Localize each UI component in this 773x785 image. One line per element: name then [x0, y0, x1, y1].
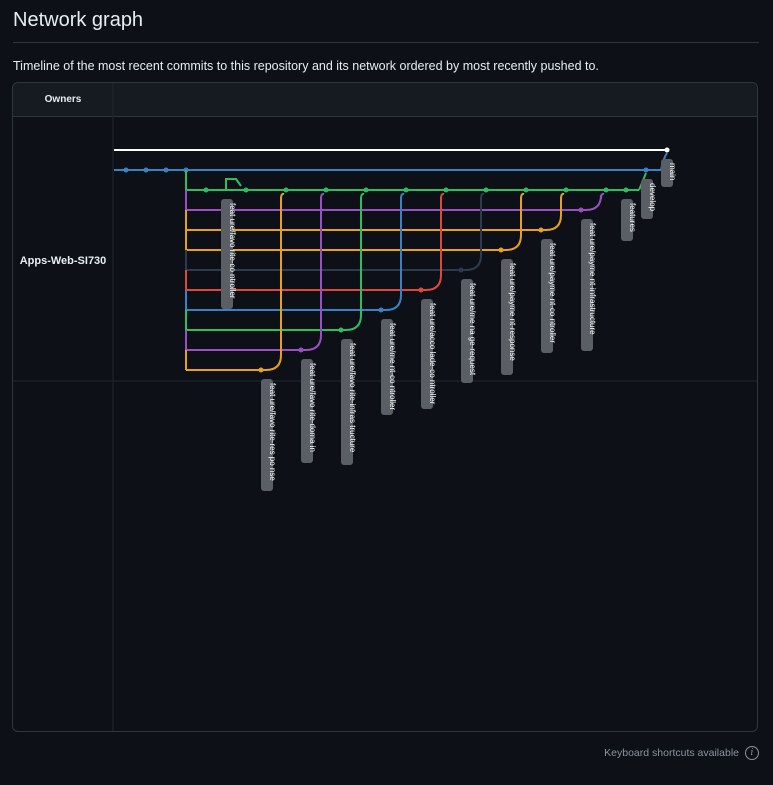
merge-line: [305, 192, 325, 351]
commit-dot: [203, 187, 209, 193]
commit-dot: [283, 187, 289, 193]
commit-dot: [258, 367, 264, 373]
commit-dot: [418, 287, 424, 293]
merge-line: [425, 192, 445, 291]
branch-label-text: feat ure/payme nt-response: [508, 263, 517, 361]
commit-dot: [643, 167, 649, 173]
commit-dot: [664, 147, 670, 153]
commit-dot: [443, 187, 449, 193]
branch-label[interactable]: feat ure/favo rite-infras tructure: [341, 339, 357, 465]
network-graph[interactable]: Owners Apps-Web-SI730 main develop feature…: [12, 82, 758, 732]
commit-dot: [563, 187, 569, 193]
merge-line: [505, 192, 525, 251]
commit-dot: [538, 227, 544, 233]
merge-line: [545, 192, 565, 231]
merge-line: [265, 192, 285, 371]
commit-dot: [623, 187, 629, 193]
branch-label[interactable]: main: [661, 159, 677, 187]
branch-label-text: main: [668, 163, 677, 180]
branch-label-text: feat ure/favo rite-res po nse: [268, 383, 277, 481]
commit-dot: [603, 187, 609, 193]
branch-label[interactable]: develop: [641, 179, 657, 219]
commit-dot: [298, 347, 304, 353]
commit-dot: [143, 167, 149, 173]
branch-label[interactable]: feat ure/favo rite-doma in: [301, 359, 317, 463]
branch-label-text: feat ure/acco lade-co ntroller: [428, 303, 437, 405]
branch-label-text: develop: [648, 183, 657, 212]
branch-label-text: feat ure/favo rite-doma in: [308, 363, 317, 452]
branch-label[interactable]: feat ure/me nt-co ntroller: [381, 319, 397, 415]
commit-dot: [123, 167, 129, 173]
commit-dot: [578, 207, 584, 213]
branch-label-text: feat ure/payme nt-infrastructure: [588, 223, 597, 335]
title-divider: [13, 42, 759, 43]
commit-dot: [243, 187, 249, 193]
commit-dot: [483, 187, 489, 193]
merge-line: [465, 192, 485, 271]
branch-label[interactable]: feat ure/favo rite-res po nse: [261, 379, 277, 491]
branch-label-text: features: [628, 203, 637, 232]
commit-dot: [523, 187, 529, 193]
branch-label-text: feat ure/me na ge-request: [468, 283, 477, 376]
merge-line: [225, 178, 242, 190]
branch-label[interactable]: feat ure/payme nt-infrastructure: [581, 219, 597, 351]
branch-label[interactable]: feat ure/acco lade-co ntroller: [421, 299, 437, 409]
page-description: Timeline of the most recent commits to t…: [13, 59, 599, 73]
branch-label[interactable]: features: [621, 199, 637, 241]
branch-label[interactable]: feat ure/payme nt-response: [501, 259, 517, 375]
branch-label[interactable]: feat ure/payme nt-co ntroller: [541, 239, 557, 353]
branch-label-text: feat ure/payme nt-co ntroller: [548, 243, 557, 343]
commit-dot: [498, 247, 504, 253]
branch-label-text: feat ure/favo rite-infras tructure: [348, 343, 357, 453]
page-title: Network graph: [13, 9, 144, 31]
commit-dot: [363, 187, 369, 193]
keyboard-shortcuts-hint[interactable]: Keyboard shortcuts available i: [604, 746, 759, 760]
branch-label[interactable]: feat ure/me na ge-request: [461, 279, 477, 383]
commit-dot: [378, 307, 384, 313]
keyboard-shortcuts-label: Keyboard shortcuts available: [604, 747, 739, 759]
branch-label[interactable]: feat ure/favo rite-co ntroller: [221, 199, 237, 309]
commit-dot: [323, 187, 329, 193]
branch-label-text: feat ure/favo rite-co ntroller: [228, 203, 237, 299]
graph-canvas[interactable]: main develop features feat ure/favo rite-co…: [13, 83, 758, 732]
commit-dot: [458, 267, 464, 273]
info-icon[interactable]: i: [745, 746, 759, 760]
merge-line: [385, 192, 405, 311]
merge-line: [585, 192, 605, 211]
commit-dot: [163, 167, 169, 173]
commit-dot: [338, 327, 344, 333]
branch-label-text: feat ure/me nt-co ntroller: [388, 323, 397, 410]
commit-dot: [403, 187, 409, 193]
